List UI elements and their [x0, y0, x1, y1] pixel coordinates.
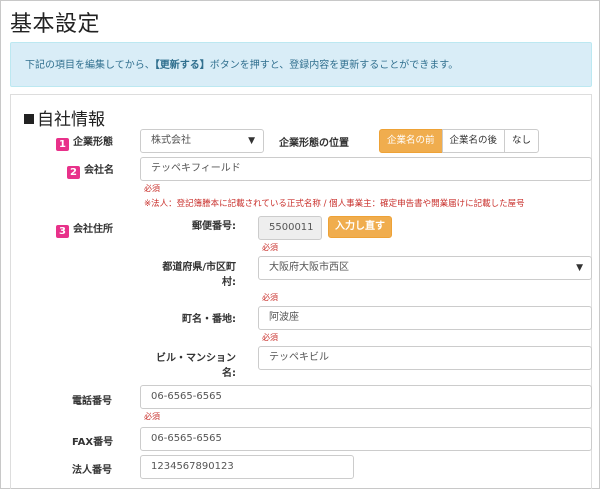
- town-input[interactable]: 阿波座: [258, 306, 592, 330]
- info-alert: 下記の項目を編集してから、【更新する】ボタンを押すと、登録内容を更新することがで…: [10, 42, 592, 87]
- prefecture-select[interactable]: 大阪府大阪市西区 ▼: [258, 256, 592, 280]
- prefecture-required: 必須: [262, 293, 278, 302]
- address-label: 3 会社住所: [56, 220, 113, 238]
- prefecture-label-line-1: 都道府県/市区町: [162, 262, 236, 273]
- info-highlight: 【更新する】: [154, 60, 210, 71]
- caret-down-icon: ▼: [576, 263, 583, 273]
- company-type-select[interactable]: 株式会社 ▼: [140, 129, 264, 153]
- company-type-label-text: 企業形態: [73, 137, 113, 148]
- position-after-button[interactable]: 企業名の後: [441, 129, 506, 153]
- info-suffix: ボタンを押すと、登録内容を更新することができます。: [209, 60, 459, 71]
- address-label-text: 会社住所: [73, 224, 113, 235]
- town-required: 必須: [262, 333, 278, 342]
- company-name-note: ※法人：登記簿謄本に記載されている正式名称 / 個人事業主：確定申告書や開業届け…: [144, 199, 525, 209]
- company-name-required: 必須: [144, 184, 160, 193]
- square-bullet-icon: [24, 114, 34, 124]
- position-before-button[interactable]: 企業名の前: [379, 129, 443, 153]
- company-type-label: 1 企業形態: [56, 133, 113, 151]
- postal-code-input[interactable]: 5500011: [258, 216, 322, 240]
- page-title: 基本設定: [10, 12, 101, 37]
- prefecture-value: 大阪府大阪市西区: [269, 262, 349, 273]
- town-label: 町名・番地:: [182, 314, 236, 325]
- corp-number-input[interactable]: 1234567890123: [140, 455, 354, 479]
- building-label-line-2: 名:: [222, 368, 236, 379]
- caret-down-icon: ▼: [248, 136, 255, 146]
- section-title-text: 自社情報: [37, 110, 105, 130]
- postal-code-label: 郵便番号:: [192, 221, 236, 232]
- number-badge-3: 3: [56, 225, 69, 238]
- number-badge-1: 1: [56, 138, 69, 151]
- info-prefix: 下記の項目を編集してから、: [25, 60, 155, 71]
- number-badge-2: 2: [67, 166, 80, 179]
- building-label-line-1: ビル・マンション: [156, 353, 236, 364]
- position-none-button[interactable]: なし: [504, 129, 540, 153]
- section-title: 自社情報: [24, 105, 105, 130]
- corp-number-label: 法人番号: [72, 465, 112, 476]
- company-type-value: 株式会社: [151, 135, 191, 146]
- company-name-input[interactable]: テッペキフィールド: [140, 157, 592, 181]
- phone-label: 電話番号: [72, 396, 112, 407]
- company-name-label: 2 会社名: [67, 161, 114, 179]
- company-type-position-group: 企業名の前 企業名の後 なし: [379, 129, 540, 153]
- company-type-position-label: 企業形態の位置: [279, 138, 349, 149]
- phone-required: 必須: [144, 412, 160, 421]
- reenter-button[interactable]: 入力し直す: [328, 216, 392, 238]
- prefecture-label-line-2: 村:: [222, 277, 236, 288]
- postal-code-required: 必須: [262, 243, 278, 252]
- fax-input[interactable]: 06-6565-6565: [140, 427, 592, 451]
- phone-input[interactable]: 06-6565-6565: [140, 385, 592, 409]
- building-label: ビル・マンション名:: [140, 351, 236, 381]
- building-input[interactable]: テッペキビル: [258, 346, 592, 370]
- fax-label: FAX番号: [72, 437, 114, 448]
- company-name-label-text: 会社名: [84, 165, 114, 176]
- prefecture-label: 都道府県/市区町村:: [140, 260, 236, 290]
